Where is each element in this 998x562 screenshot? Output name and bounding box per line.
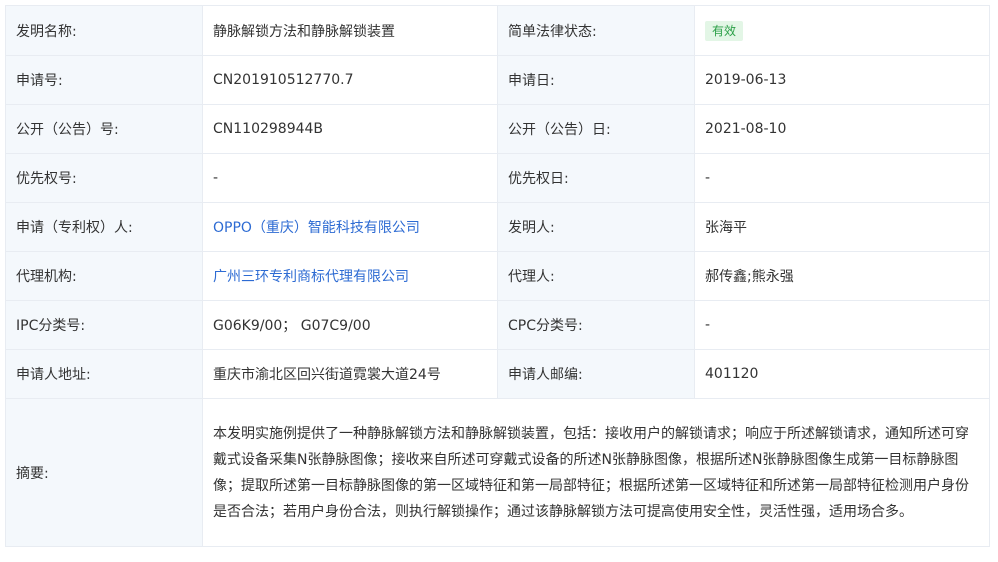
publication-no-value: CN110298944B xyxy=(202,104,498,154)
inventor-value: 张海平 xyxy=(694,202,990,252)
cpc-value: - xyxy=(694,300,990,350)
ipc-value: G06K9/00； G07C9/00 xyxy=(202,300,498,350)
publication-no-label: 公开（公告）号: xyxy=(5,104,203,154)
publication-date-label: 公开（公告）日: xyxy=(497,104,695,154)
table-row: 发明名称: 静脉解锁方法和静脉解锁装置 简单法律状态: 有效 xyxy=(5,5,990,56)
applicant-link[interactable]: OPPO（重庆）智能科技有限公司 xyxy=(213,220,420,236)
priority-date-label: 优先权日: xyxy=(497,153,695,203)
application-no-label: 申请号: xyxy=(5,55,203,105)
table-row: 代理机构: 广州三环专利商标代理有限公司 代理人: 郝传鑫;熊永强 xyxy=(5,251,990,301)
cpc-label: CPC分类号: xyxy=(497,300,695,350)
application-date-label: 申请日: xyxy=(497,55,695,105)
inventor-label: 发明人: xyxy=(497,202,695,252)
publication-date-value: 2021-08-10 xyxy=(694,104,990,154)
application-date-value: 2019-06-13 xyxy=(694,55,990,105)
table-row: 优先权号: - 优先权日: - xyxy=(5,153,990,203)
abstract-text: 本发明实施例提供了一种静脉解锁方法和静脉解锁装置，包括：接收用户的解锁请求；响应… xyxy=(202,398,990,547)
address-label: 申请人地址: xyxy=(5,349,203,399)
invention-name-value: 静脉解锁方法和静脉解锁装置 xyxy=(202,5,498,56)
agency-label: 代理机构: xyxy=(5,251,203,301)
address-value: 重庆市渝北区回兴街道霓裳大道24号 xyxy=(202,349,498,399)
abstract-label: 摘要: xyxy=(5,398,203,547)
agent-label: 代理人: xyxy=(497,251,695,301)
priority-no-value: - xyxy=(202,153,498,203)
priority-no-label: 优先权号: xyxy=(5,153,203,203)
table-row: IPC分类号: G06K9/00； G07C9/00 CPC分类号: - xyxy=(5,300,990,350)
invention-name-label: 发明名称: xyxy=(5,5,203,56)
applicant-label: 申请（专利权）人: xyxy=(5,202,203,252)
agent-value: 郝传鑫;熊永强 xyxy=(694,251,990,301)
table-row: 申请人地址: 重庆市渝北区回兴街道霓裳大道24号 申请人邮编: 401120 xyxy=(5,349,990,399)
legal-status-badge: 有效 xyxy=(705,20,744,41)
postcode-value: 401120 xyxy=(694,349,990,399)
table-row: 公开（公告）号: CN110298944B 公开（公告）日: 2021-08-1… xyxy=(5,104,990,154)
ipc-label: IPC分类号: xyxy=(5,300,203,350)
agency-link[interactable]: 广州三环专利商标代理有限公司 xyxy=(213,269,409,285)
application-no-value: CN201910512770.7 xyxy=(202,55,498,105)
table-row: 申请（专利权）人: OPPO（重庆）智能科技有限公司 发明人: 张海平 xyxy=(5,202,990,252)
legal-status-label: 简单法律状态: xyxy=(497,5,695,56)
priority-date-value: - xyxy=(694,153,990,203)
postcode-label: 申请人邮编: xyxy=(497,349,695,399)
table-row: 申请号: CN201910512770.7 申请日: 2019-06-13 xyxy=(5,55,990,105)
table-row: 摘要: 本发明实施例提供了一种静脉解锁方法和静脉解锁装置，包括：接收用户的解锁请… xyxy=(5,398,990,547)
patent-info-table: 发明名称: 静脉解锁方法和静脉解锁装置 简单法律状态: 有效 申请号: CN20… xyxy=(5,5,990,547)
